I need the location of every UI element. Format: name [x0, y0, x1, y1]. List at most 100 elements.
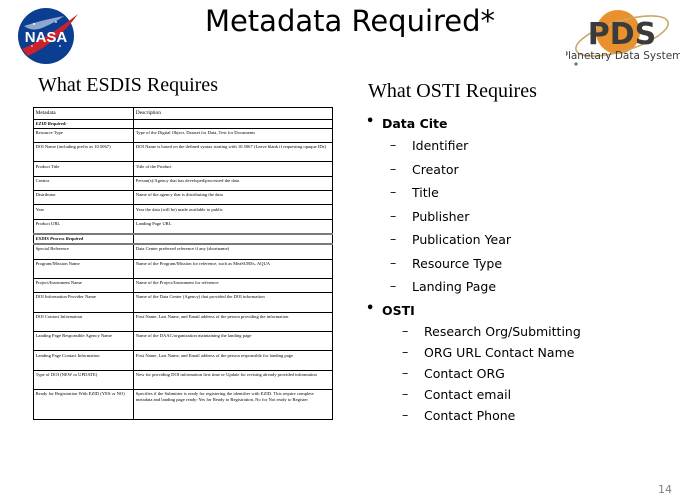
bullet-level2: – Publisher	[352, 207, 677, 224]
table-row: Project/Instrument Name Name of the Proje…	[32, 277, 334, 294]
bullet-level2: – Creator	[352, 160, 677, 177]
table-header-row: Metadata Description	[32, 107, 334, 120]
cell-description: Person(s)/Agency that has developed/proc…	[133, 175, 334, 192]
bullet-level2: – Research Org/Submitting	[352, 322, 677, 339]
bullet-dot-icon: •	[366, 114, 375, 129]
bullet-level2-label: Contact Phone	[424, 407, 516, 423]
bullet-level2-label: Contact ORG	[424, 365, 505, 381]
bullet-dash-icon: –	[390, 137, 397, 152]
bullet-dash-icon: –	[402, 322, 409, 338]
cell-metadata: Year	[32, 204, 135, 220]
cell-metadata: Type of DOI (NEW or UPDATE)	[32, 369, 135, 391]
bullet-group: • OSTI – Research Org/Submitting – ORG URL Co…	[352, 300, 677, 423]
page-title: Metadata Required*	[204, 4, 496, 38]
cell-description: First Name, Last Name, and Email address…	[133, 350, 334, 371]
bullet-dash-icon: –	[390, 207, 397, 223]
table-row: Landing Page Contact Information First Na…	[32, 350, 334, 371]
bullet-level2-label: Publication Year	[412, 232, 512, 247]
cell-description: Data Center preferred reference if any (…	[133, 243, 334, 260]
bullet-level2-label: Creator	[412, 161, 459, 177]
bullet-level2-label: Contact email	[424, 386, 512, 402]
cell-description: DOI Name is based on the defined syntax …	[133, 141, 334, 163]
cell-metadata: Project/Instrument Name	[32, 277, 135, 294]
bullet-group: • Data Cite – Identifier – Creator – Title – Publ…	[352, 114, 677, 294]
cell-description: Name of the Project/Instrument for refer…	[133, 277, 334, 294]
cell-metadata: Ready for Registration With EZID (YES or…	[32, 389, 135, 420]
table-row: ESDIS Process Required	[32, 233, 334, 246]
bullet-level2: – Identifier	[352, 138, 677, 153]
bullet-dash-icon: –	[402, 385, 409, 401]
esdis-section-heading: What ESDIS Requires	[38, 74, 218, 96]
table-row: Ready for Registration With EZID (YES or…	[32, 389, 334, 420]
cell-metadata: Special Reference	[32, 243, 135, 260]
bullet-level2: – Contact Phone	[352, 407, 677, 423]
cell-description	[133, 233, 334, 246]
bullet-level2-label: Publisher	[412, 208, 470, 224]
bullet-level2-label: Landing Page	[412, 279, 497, 294]
cell-metadata: Creator	[32, 175, 135, 192]
table-row: Product URL Landing Page URL	[32, 218, 334, 235]
pds-logo: PDS Planetary Data System	[566, 10, 680, 66]
table-row: Special Reference Data Center preferred r…	[32, 243, 334, 260]
cell-metadata: Distributor	[32, 190, 135, 206]
osti-requirements-list: • Data Cite – Identifier – Creator – Title – Publ…	[352, 114, 677, 429]
table-row: Distributor Name of the agency that is di…	[32, 190, 334, 206]
cell-description: Type of the Digital Object, Dataset for …	[133, 127, 334, 143]
bullet-dash-icon: –	[390, 231, 397, 246]
nasa-wordmark: NASA	[25, 29, 68, 46]
cell-description: Name of the Program/Mission for referenc…	[133, 258, 334, 279]
cell-description: Landing Page URL	[133, 218, 334, 235]
bullet-level1: • Data Cite	[352, 114, 677, 131]
bullet-level2: – Title	[352, 185, 677, 200]
table-row: Year Year the data (will be) made availab…	[32, 204, 334, 220]
table-row: DOI Information Provider Name Name of the…	[32, 292, 334, 313]
bullet-level2: – Publication Year	[352, 232, 677, 247]
bullet-level2-label: Resource Type	[412, 255, 503, 271]
cell-metadata: DOI Name (including prefix as 10.5067)	[32, 141, 135, 163]
bullet-level1: • OSTI	[352, 300, 677, 318]
table-row: Program/Mission Name Name of the Program/…	[32, 258, 334, 279]
bullet-dash-icon: –	[390, 184, 397, 199]
cell-metadata: DOI Contact Information	[32, 311, 135, 333]
cell-description: New for providing DOI information first …	[133, 369, 334, 391]
table-row: Landing Page Responsible Agency Name Name…	[32, 331, 334, 352]
bullet-dash-icon: –	[390, 254, 397, 270]
column-header-description: Description	[133, 107, 334, 120]
pds-acronym: PDS	[588, 17, 657, 52]
bullet-level2-label: ORG URL Contact Name	[424, 344, 575, 360]
nasa-meatball-logo: NASA	[18, 8, 78, 64]
cell-description: Name of the Data Center (Agency) that pr…	[133, 292, 334, 313]
bullet-dash-icon: –	[390, 160, 397, 176]
bullet-dot-icon: •	[366, 300, 375, 316]
osti-section-heading: What OSTI Requires	[368, 80, 537, 102]
cell-metadata: Product URL	[32, 218, 135, 235]
cell-metadata: Landing Page Responsible Agency Name	[32, 331, 135, 352]
table-row: Creator Person(s)/Agency that has develop…	[32, 175, 334, 192]
bullet-level2-label: Research Org/Submitting	[424, 323, 581, 339]
cell-metadata: Landing Page Contact Information	[32, 350, 135, 371]
table-row: EZID Required:	[32, 118, 334, 129]
cell-description: Year the data (will be) made available t…	[133, 204, 334, 220]
page-number: 14	[658, 483, 672, 496]
cell-description: Name of the DAAC/organization maintainin…	[133, 331, 334, 352]
bullet-dash-icon: –	[402, 364, 409, 380]
table-row: Resource Type Type of the Digital Object,…	[32, 127, 334, 143]
cell-description: First Name, Last Name, and Email address…	[133, 311, 334, 333]
esdis-metadata-table: Metadata Description EZID Required: Resourc…	[32, 107, 334, 420]
cell-metadata: Program/Mission Name	[32, 258, 135, 279]
bullet-dash-icon: –	[402, 343, 409, 359]
bullet-level2: – Resource Type	[352, 254, 677, 271]
bullet-level2: – Contact email	[352, 385, 677, 402]
cell-metadata: Resource Type	[32, 127, 135, 143]
bullet-level2-label: Identifier	[412, 138, 469, 153]
column-header-metadata: Metadata	[32, 107, 135, 120]
bullet-level2: – ORG URL Contact Name	[352, 343, 677, 360]
table-row: DOI Name (including prefix as 10.5067) DO…	[32, 141, 334, 163]
bullet-level1-label: OSTI	[382, 302, 415, 318]
bullet-level1-label: Data Cite	[382, 116, 448, 131]
bullet-level2: – Contact ORG	[352, 364, 677, 381]
bullet-level2: – Landing Page	[352, 279, 677, 294]
cell-description	[133, 118, 334, 129]
cell-description: Title of the Product	[133, 161, 334, 177]
cell-metadata: Product Title	[32, 161, 135, 177]
